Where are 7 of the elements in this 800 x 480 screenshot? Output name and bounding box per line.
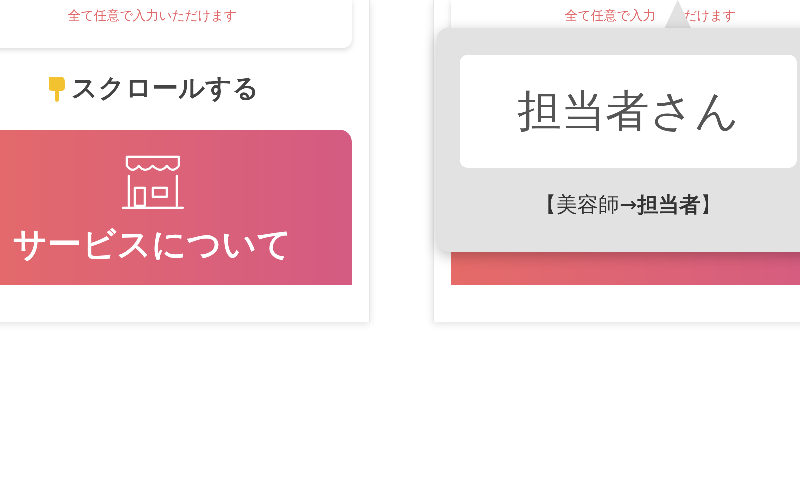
store-icon xyxy=(120,154,184,212)
optional-notice: 全て任意で入力 xyxy=(565,8,656,26)
optional-notice: 全て任意で入力いただけます xyxy=(68,8,237,26)
service-card[interactable]: サービスについて xyxy=(0,130,352,285)
popup-word: 担当者さん xyxy=(518,84,740,138)
scroll-hint: スクロールする xyxy=(72,72,260,106)
popup-note: 【美容師→担当者】 xyxy=(536,192,722,219)
